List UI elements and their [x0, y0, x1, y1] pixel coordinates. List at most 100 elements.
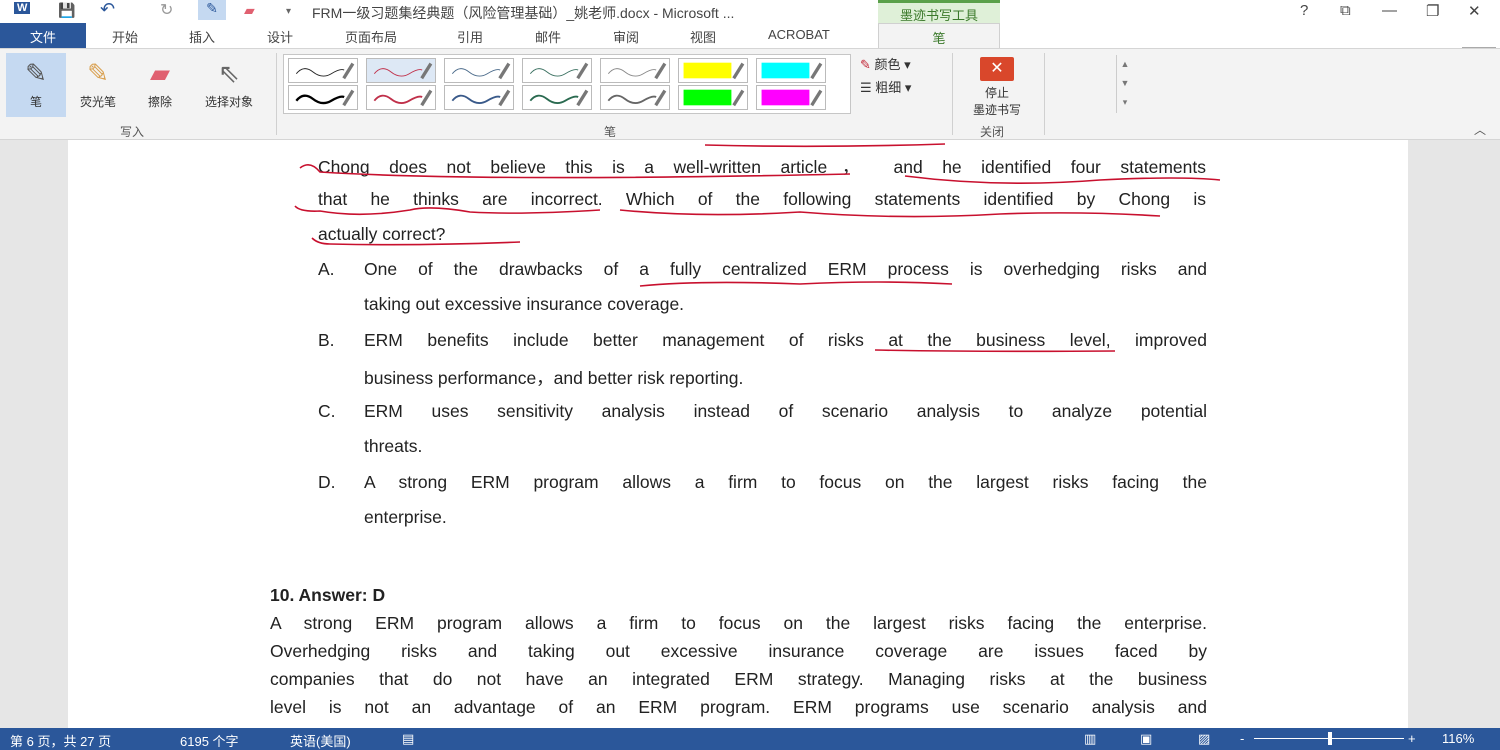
stop-label-2: 墨迹书写 — [972, 103, 1021, 117]
ribbon-tabs: 文件 开始 插入 设计 页面布局 引用 邮件 审阅 视图 ACROBAT 笔 登… — [0, 23, 1500, 71]
customize-qat-icon[interactable]: ▾ — [286, 6, 291, 17]
eraser-quick-icon[interactable]: ▰ — [244, 2, 255, 19]
undo-icon[interactable]: ↶ — [100, 0, 115, 20]
help-button[interactable]: ? — [1300, 2, 1308, 19]
stop-label-1: 停止 — [984, 86, 1009, 100]
pen-preset[interactable] — [600, 85, 670, 110]
color-label: 颜色 — [874, 57, 901, 72]
pen-preset[interactable] — [366, 58, 436, 83]
gallery-scroll[interactable]: ▲ ▼ ▾ — [1116, 55, 1133, 113]
pen-label: 笔 — [29, 95, 42, 109]
highlighter-tool-button[interactable]: ✎ 荧光笔 — [68, 53, 128, 117]
text-line: B. — [318, 330, 335, 350]
text-line: A. — [318, 259, 335, 279]
pen-tool-button[interactable]: ✎ 笔 — [6, 53, 66, 117]
scroll-up-icon[interactable]: ▲ — [1117, 55, 1133, 74]
text-line: A strong ERM program allows a firm to fo… — [364, 472, 1207, 492]
zoom-level[interactable]: 116% — [1442, 731, 1474, 746]
tab-home[interactable]: 开始 — [112, 27, 138, 46]
text-line: companies that do not have an integrated… — [270, 669, 1207, 689]
word-logo-icon: W — [14, 2, 31, 14]
language[interactable]: 英语(美国) — [290, 731, 351, 750]
text-line: that he thinks are incorrect. Which of t… — [318, 189, 1206, 209]
text-line: enterprise. — [364, 507, 447, 527]
tab-review[interactable]: 审阅 — [613, 27, 639, 46]
stop-icon: ✕ — [980, 57, 1014, 81]
group-label-write: 写入 — [120, 125, 145, 139]
ribbon-display-button[interactable]: ⧉ — [1340, 2, 1351, 19]
text-line: Overhedging risks and taking out excessi… — [270, 641, 1207, 661]
divider — [276, 53, 277, 135]
divider — [1044, 53, 1045, 135]
word-count[interactable]: 6195 个字 — [180, 731, 239, 750]
ribbon: ✎ 笔 ✎ 荧光笔 ▰ 擦除 ⇖ 选择对象 写入 ▲ ▼ ▾ ✎ 颜色 ▾ ☰ 粗细 ▾ 笔… — [0, 48, 1500, 140]
tab-references[interactable]: 引用 — [457, 27, 483, 46]
select-label: 选择对象 — [204, 95, 253, 109]
tab-pens[interactable]: 笔 — [878, 23, 1000, 48]
text-line: threats. — [364, 436, 423, 456]
pen-preset[interactable] — [600, 58, 670, 83]
divider — [952, 53, 953, 135]
read-mode-icon[interactable]: ▥ — [1084, 731, 1096, 747]
eraser-label: 擦除 — [147, 95, 172, 109]
group-label-pens: 笔 — [604, 125, 617, 139]
pen-color-icon: ✎ — [860, 57, 871, 72]
text-line: D. — [318, 472, 336, 492]
pen-preset[interactable] — [366, 85, 436, 110]
zoom-slider-thumb[interactable] — [1328, 732, 1332, 745]
text-line: A strong ERM program allows a firm to fo… — [270, 613, 1207, 633]
pen-preset[interactable] — [288, 85, 358, 110]
text-line: One of the drawbacks of a fully centrali… — [364, 259, 1207, 279]
stop-inking-button[interactable]: ✕ 停止墨迹书写 — [958, 57, 1036, 118]
text-line: 10. Answer: D — [270, 585, 386, 605]
pen-preset[interactable] — [444, 58, 514, 83]
eraser-tool-button[interactable]: ▰ 擦除 — [130, 53, 190, 117]
text-line: ERM uses sensitivity analysis instead of… — [364, 401, 1207, 421]
tab-design[interactable]: 设计 — [267, 27, 293, 46]
cursor-icon: ⇖ — [218, 58, 240, 88]
tab-view[interactable]: 视图 — [690, 27, 716, 46]
collapse-ribbon-icon[interactable]: ︿ — [1474, 121, 1486, 138]
tab-acrobat[interactable]: ACROBAT — [768, 27, 830, 42]
thickness-button[interactable]: ☰ 粗细 ▾ — [860, 77, 911, 96]
macro-record-icon[interactable]: ▤ — [402, 731, 414, 747]
pen-preset[interactable] — [756, 58, 826, 83]
zoom-in-button[interactable]: + — [1408, 731, 1416, 746]
maximize-button[interactable]: ❐ — [1426, 2, 1439, 20]
close-button[interactable]: ✕ — [1468, 2, 1481, 20]
pen-preset[interactable] — [288, 58, 358, 83]
minimize-button[interactable]: — — [1382, 2, 1397, 19]
text-line: C. — [318, 401, 336, 421]
status-bar: 第 6 页，共 27 页 6195 个字 英语(美国) ▤ ▥ ▣ ▨ - + … — [0, 728, 1500, 750]
scroll-down-icon[interactable]: ▼ — [1117, 74, 1133, 93]
pen-quick-icon[interactable]: ✎ — [198, 0, 226, 20]
title-bar: W 💾 ↶ ↻ ✎ ▰ ▾ FRM一级习题集经典题（风险管理基础）_姚老师.do… — [0, 0, 1500, 23]
web-layout-icon[interactable]: ▨ — [1198, 731, 1210, 747]
thickness-label: 粗细 — [875, 80, 902, 95]
tab-mailings[interactable]: 邮件 — [535, 27, 561, 46]
tab-layout[interactable]: 页面布局 — [345, 27, 397, 46]
tab-insert[interactable]: 插入 — [189, 27, 215, 46]
pen-preset[interactable] — [678, 85, 748, 110]
zoom-out-button[interactable]: - — [1240, 731, 1244, 746]
pen-gallery: ▲ ▼ ▾ — [283, 54, 1129, 114]
line-weight-icon: ☰ — [860, 80, 872, 95]
text-line: ERM benefits include better management o… — [364, 330, 1207, 350]
print-layout-icon[interactable]: ▣ — [1140, 731, 1152, 747]
tab-file[interactable]: 文件 — [0, 23, 86, 48]
context-tab-label: 墨迹书写工具 — [878, 0, 1000, 23]
pen-preset[interactable] — [678, 58, 748, 83]
gallery-more-icon[interactable]: ▾ — [1117, 93, 1133, 112]
pen-preset[interactable] — [522, 85, 592, 110]
select-objects-button[interactable]: ⇖ 选择对象 — [192, 53, 266, 117]
pen-preset[interactable] — [756, 85, 826, 110]
pen-preset[interactable] — [522, 58, 592, 83]
page-count[interactable]: 第 6 页，共 27 页 — [10, 731, 111, 750]
save-icon[interactable]: 💾 — [58, 2, 75, 19]
highlighter-label: 荧光笔 — [79, 95, 116, 109]
window-title: FRM一级习题集经典题（风险管理基础）_姚老师.docx - Microsoft… — [312, 5, 735, 21]
redo-icon[interactable]: ↻ — [160, 0, 173, 20]
color-button[interactable]: ✎ 颜色 ▾ — [860, 54, 911, 73]
pen-icon: ✎ — [25, 58, 47, 88]
pen-preset[interactable] — [444, 85, 514, 110]
